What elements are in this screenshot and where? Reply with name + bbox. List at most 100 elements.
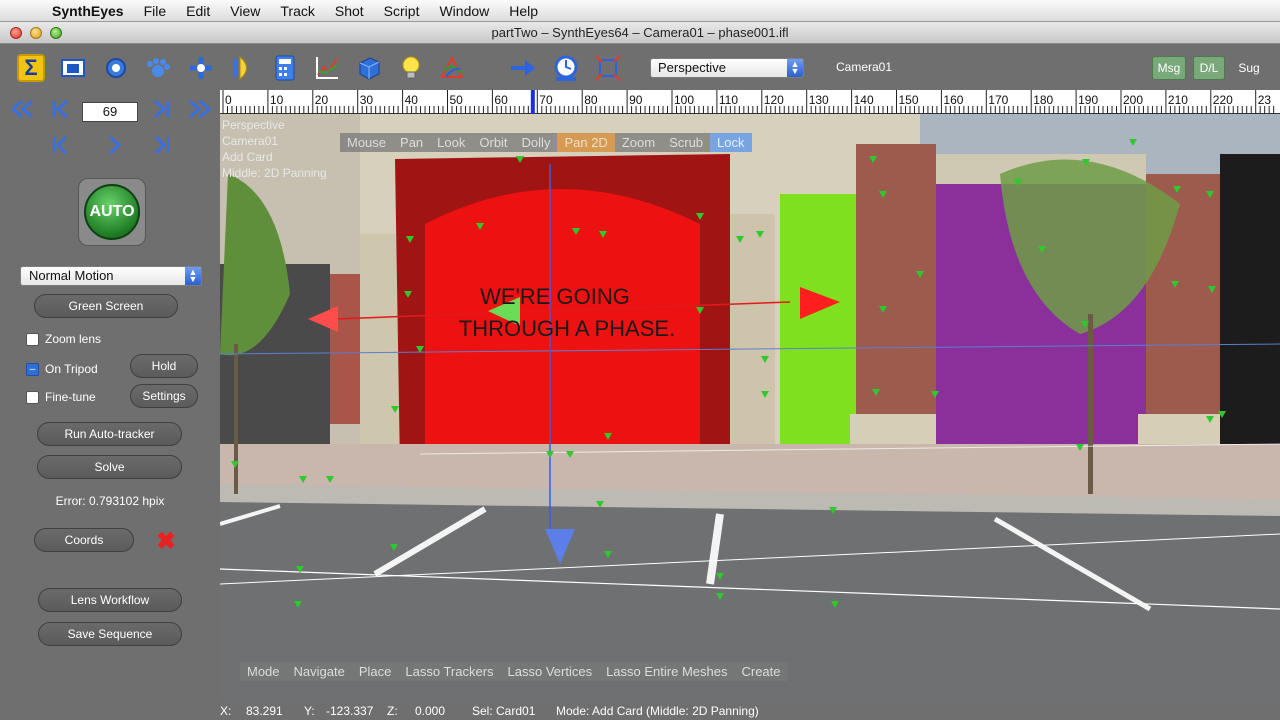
3d-cube-icon[interactable] bbox=[355, 54, 383, 82]
menu-track[interactable]: Track bbox=[270, 3, 324, 19]
save-sequence-button[interactable]: Save Sequence bbox=[38, 622, 182, 646]
view-select[interactable]: Perspective ▲ ▼ bbox=[650, 58, 804, 78]
feature-gear-icon[interactable] bbox=[102, 54, 130, 82]
status-x-value: 83.291 bbox=[246, 704, 283, 718]
auto-button[interactable]: AUTO bbox=[78, 178, 146, 246]
mode-zoom[interactable]: Zoom bbox=[614, 133, 663, 152]
phase-icon[interactable] bbox=[438, 54, 466, 82]
mode-navigate[interactable]: Navigate bbox=[286, 662, 352, 681]
rewind-icon[interactable] bbox=[10, 98, 36, 126]
previous-key-icon[interactable] bbox=[50, 134, 72, 162]
edit-mode-bar: Mode Navigate Place Lasso Trackers Lasso… bbox=[240, 662, 788, 681]
viewport-info-mode: Add Card bbox=[222, 150, 273, 164]
status-z-label: Z: bbox=[387, 704, 398, 718]
coords-button[interactable]: Coords bbox=[34, 528, 134, 552]
viewport-info-camera: Camera01 bbox=[222, 134, 279, 148]
coords-icon[interactable] bbox=[187, 54, 215, 82]
move-arrow-icon[interactable] bbox=[509, 54, 537, 82]
menu-window[interactable]: Window bbox=[429, 3, 499, 19]
solve-error-text: Error: 0.793102 hpix bbox=[55, 494, 165, 508]
timeline-tick-label: 210 bbox=[1168, 93, 1188, 107]
checkbox-checked-icon: – bbox=[26, 362, 39, 376]
first-frame-icon[interactable] bbox=[50, 98, 72, 126]
fast-forward-icon[interactable] bbox=[186, 98, 212, 126]
timeline-tick-label: 220 bbox=[1213, 93, 1233, 107]
zoom-lens-checkbox[interactable]: Zoom lens bbox=[26, 332, 101, 346]
mode-lasso-trackers[interactable]: Lasso Trackers bbox=[398, 662, 501, 681]
mode-lock[interactable]: Lock bbox=[710, 133, 752, 152]
timeline-tick-label: 110 bbox=[719, 93, 738, 107]
settings-button[interactable]: Settings bbox=[130, 384, 198, 408]
menu-shot[interactable]: Shot bbox=[325, 3, 374, 19]
frame-number-field[interactable]: 69 bbox=[82, 102, 138, 122]
current-frame-marker[interactable] bbox=[530, 90, 535, 114]
menubar: SynthEyes File Edit View Track Shot Scri… bbox=[0, 0, 1280, 22]
zoom-lens-label: Zoom lens bbox=[45, 332, 102, 346]
timeline-tick-label: 20 bbox=[315, 93, 329, 107]
close-window-button[interactable] bbox=[10, 27, 22, 39]
mode-lasso-meshes[interactable]: Lasso Entire Meshes bbox=[599, 662, 735, 681]
checkbox-icon bbox=[26, 332, 39, 346]
timeline-tick-label: 170 bbox=[988, 93, 1008, 107]
mouse-mode-bar: Mouse Pan Look Orbit Dolly Pan 2D Zoom S… bbox=[340, 133, 752, 152]
calculator-icon[interactable] bbox=[271, 54, 299, 82]
run-autotracker-button[interactable]: Run Auto-tracker bbox=[37, 422, 182, 446]
tracker-paw-icon[interactable] bbox=[144, 54, 172, 82]
mode-mouse[interactable]: Mouse bbox=[340, 133, 394, 152]
mode-look[interactable]: Look bbox=[430, 133, 473, 152]
timeline-tick-label: 160 bbox=[943, 93, 963, 107]
timeline-tick-label: 30 bbox=[360, 93, 374, 107]
next-key-icon[interactable] bbox=[150, 134, 172, 162]
perspective-viewport[interactable]: WE'RE GOING THROUGH A PHASE. Perspective… bbox=[220, 114, 1280, 702]
minimize-window-button[interactable] bbox=[30, 27, 42, 39]
mode-dolly[interactable]: Dolly bbox=[514, 133, 558, 152]
fine-tune-label: Fine-tune bbox=[45, 390, 96, 404]
sug-button[interactable]: Sug bbox=[1232, 56, 1266, 80]
summary-icon[interactable]: Σ bbox=[17, 54, 45, 82]
timeline-tick-label: 140 bbox=[854, 93, 874, 107]
menu-app-name[interactable]: SynthEyes bbox=[44, 3, 134, 19]
dl-button[interactable]: D/L bbox=[1193, 56, 1225, 80]
crop-icon[interactable] bbox=[594, 54, 622, 82]
mode-pan[interactable]: Pan bbox=[393, 133, 431, 152]
fine-tune-checkbox[interactable]: Fine-tune bbox=[26, 390, 96, 404]
hold-button[interactable]: Hold bbox=[130, 354, 198, 378]
lens-workflow-button[interactable]: Lens Workflow bbox=[38, 588, 182, 612]
control-panel: 69 AUTO Normal Motion ▲ ▼ Green Screen Zo… bbox=[0, 90, 220, 720]
zoom-window-button[interactable] bbox=[50, 27, 62, 39]
msg-button[interactable]: Msg bbox=[1152, 56, 1186, 80]
checkbox-icon bbox=[26, 390, 39, 404]
graph-icon[interactable] bbox=[313, 54, 341, 82]
status-x-label: X: bbox=[220, 704, 232, 718]
menu-file[interactable]: File bbox=[134, 3, 177, 19]
mode-lasso-vertices[interactable]: Lasso Vertices bbox=[500, 662, 600, 681]
menu-view[interactable]: View bbox=[220, 3, 270, 19]
select-stepper-icon: ▲ ▼ bbox=[185, 267, 201, 285]
green-screen-button[interactable]: Green Screen bbox=[34, 294, 178, 318]
on-tripod-checkbox[interactable]: – On Tripod bbox=[26, 362, 98, 376]
mode-create[interactable]: Create bbox=[734, 662, 788, 681]
menu-help[interactable]: Help bbox=[499, 3, 548, 19]
menu-script[interactable]: Script bbox=[374, 3, 430, 19]
timeline-tick-label: 90 bbox=[629, 93, 643, 107]
motion-select-value: Normal Motion bbox=[29, 268, 114, 283]
solve-button[interactable]: Solve bbox=[37, 455, 182, 479]
delete-icon[interactable]: ✖ bbox=[154, 530, 178, 554]
light-bulb-icon[interactable] bbox=[397, 54, 425, 82]
on-tripod-label: On Tripod bbox=[45, 362, 98, 376]
lens-icon[interactable] bbox=[229, 54, 257, 82]
play-icon[interactable] bbox=[103, 134, 125, 162]
motion-select[interactable]: Normal Motion ▲ ▼ bbox=[20, 266, 202, 286]
clock-icon[interactable] bbox=[552, 54, 580, 82]
mode-pan-2d[interactable]: Pan 2D bbox=[557, 133, 615, 152]
status-y-label: Y: bbox=[304, 704, 315, 718]
mode-orbit[interactable]: Orbit bbox=[472, 133, 515, 152]
timeline-ruler[interactable]: 0 10 20 30 40 50 60 70 80 90 100 110 120 130 140 150 160… bbox=[220, 90, 1280, 114]
mode-place[interactable]: Place bbox=[351, 662, 399, 681]
viewport-info-middle: Middle: 2D Panning bbox=[222, 166, 327, 180]
mode-scrub[interactable]: Scrub bbox=[662, 133, 711, 152]
last-frame-icon[interactable] bbox=[150, 98, 172, 126]
camera-view-icon[interactable] bbox=[59, 54, 87, 82]
select-stepper-icon: ▲ ▼ bbox=[787, 59, 803, 77]
menu-edit[interactable]: Edit bbox=[176, 3, 220, 19]
